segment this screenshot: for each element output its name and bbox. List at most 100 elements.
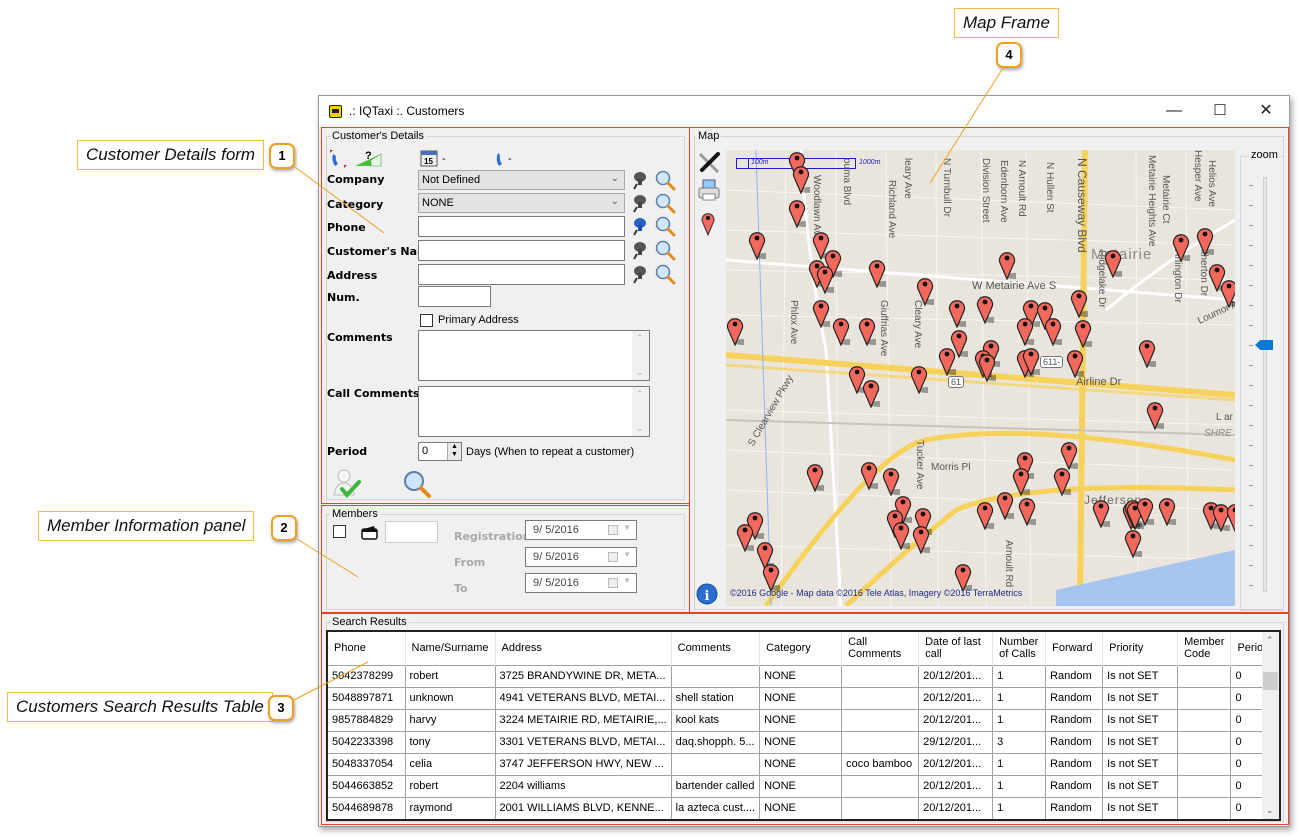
table-cell[interactable]: Is not SET [1102, 664, 1179, 688]
address-input[interactable] [418, 264, 625, 285]
table-cell[interactable]: 1 [992, 796, 1047, 819]
minimize-button[interactable]: — [1151, 96, 1197, 126]
table-cell[interactable] [1177, 774, 1232, 798]
map-marker-pin[interactable] [788, 198, 806, 228]
table-cell[interactable]: 5042378299 [328, 664, 406, 688]
column-header[interactable]: Name/Surname [405, 632, 496, 665]
column-header[interactable]: Date of last call [918, 632, 994, 665]
table-cell[interactable]: robert [404, 774, 496, 798]
map-marker-pin[interactable] [1158, 496, 1176, 526]
call-comments-textarea[interactable]: ⌃ ⌄ [418, 386, 650, 437]
member-checkbox[interactable] [333, 525, 346, 538]
table-cell[interactable]: kool kats [670, 708, 761, 732]
table-cell[interactable]: Is not SET [1102, 752, 1179, 776]
column-header[interactable]: Member Code [1177, 632, 1232, 665]
table-cell[interactable]: 3725 BRANDYWINE DR, META... [494, 664, 672, 688]
map-marker-pin[interactable] [832, 316, 850, 346]
pin-name-icon[interactable] [628, 239, 650, 261]
table-cell[interactable]: NONE [759, 730, 843, 754]
comments-textarea[interactable]: ⌃ ⌄ [418, 330, 650, 381]
column-header[interactable]: Call Comments [841, 632, 920, 665]
map-info-icon[interactable]: i [696, 583, 718, 605]
table-cell[interactable]: Random [1045, 730, 1104, 754]
scroll-down-icon[interactable]: ⌄ [1266, 805, 1274, 816]
call-comments-scrollbar[interactable]: ⌃ ⌄ [632, 387, 649, 436]
table-cell[interactable]: 5042233398 [328, 730, 406, 754]
column-header[interactable]: Number of Calls [992, 632, 1047, 665]
map-marker-pin[interactable] [862, 378, 880, 408]
map-marker-pin[interactable] [1146, 400, 1164, 430]
table-cell[interactable] [670, 664, 761, 688]
search-address-icon[interactable] [654, 263, 676, 285]
table-row[interactable]: 5048337054 celia 3747 JEFFERSON HWY, NEW .… [328, 752, 1277, 776]
table-cell[interactable]: 1 [992, 774, 1047, 798]
table-cell[interactable]: robert [404, 664, 496, 688]
table-cell[interactable]: Random [1045, 752, 1104, 776]
map-marker-pin[interactable] [726, 316, 744, 346]
table-cell[interactable]: la azteca cust.... [670, 796, 761, 819]
table-cell[interactable] [841, 708, 920, 732]
table-cell[interactable]: 20/12/201... [918, 774, 994, 798]
table-cell[interactable]: Is not SET [1102, 730, 1179, 754]
table-cell[interactable]: Is not SET [1102, 796, 1179, 819]
map-marker-pin[interactable] [806, 462, 824, 492]
pin-company-icon[interactable] [628, 169, 650, 191]
table-cell[interactable] [1177, 796, 1232, 819]
table-cell[interactable]: 20/12/201... [918, 686, 994, 710]
map-marker-pin[interactable] [1074, 318, 1092, 348]
map-marker-pin[interactable] [1226, 502, 1235, 532]
save-customer-button[interactable] [330, 467, 362, 499]
search-company-icon[interactable] [654, 169, 676, 191]
table-cell[interactable] [1177, 686, 1232, 710]
table-cell[interactable] [1177, 664, 1232, 688]
from-date-picker[interactable]: 9/ 5/2016 ▼ [525, 547, 637, 567]
map-settings-tools-icon[interactable] [696, 150, 722, 176]
map-marker-pin[interactable] [1136, 496, 1154, 526]
map-marker-pin[interactable] [1070, 288, 1088, 318]
table-row[interactable]: 5042233398 tony 3301 VETERANS BLVD, METAI.… [328, 730, 1277, 754]
search-customer-button[interactable] [402, 469, 432, 499]
map-marker-pin[interactable] [1138, 338, 1156, 368]
map-marker-pin[interactable] [868, 258, 886, 288]
table-cell[interactable]: 1 [992, 686, 1047, 710]
map-marker-pin[interactable] [858, 316, 876, 346]
map-marker-pin[interactable] [1044, 316, 1062, 346]
table-cell[interactable] [1177, 730, 1232, 754]
map-marker-pin[interactable] [860, 460, 878, 490]
table-cell[interactable]: 5044689878 [328, 796, 406, 819]
map-marker-pin[interactable] [998, 250, 1016, 280]
table-cell[interactable]: harvy [404, 708, 496, 732]
table-cell[interactable]: 2001 WILLIAMS BLVD, KENNE... [494, 796, 672, 819]
comments-scrollbar[interactable]: ⌃ ⌄ [632, 331, 649, 380]
map-marker-pin[interactable] [1220, 278, 1235, 308]
pin-phone-icon[interactable] [628, 215, 650, 237]
table-cell[interactable]: bartender called [670, 774, 761, 798]
table-cell[interactable]: Random [1045, 686, 1104, 710]
table-cell[interactable]: 5044663852 [328, 774, 406, 798]
map-marker-pin[interactable] [882, 466, 900, 496]
table-cell[interactable]: 3301 VETERANS BLVD, METAI... [494, 730, 672, 754]
table-cell[interactable]: shell station [670, 686, 761, 710]
table-cell[interactable]: unknown [404, 686, 496, 710]
map-marker-pin[interactable] [916, 276, 934, 306]
num-input[interactable] [418, 286, 491, 307]
table-cell[interactable]: 1 [992, 708, 1047, 732]
map-marker-pin[interactable] [976, 294, 994, 324]
table-cell[interactable]: 20/12/201... [918, 664, 994, 688]
table-cell[interactable]: NONE [759, 686, 843, 710]
map-marker-pin[interactable] [1092, 498, 1110, 528]
map-marker-pin[interactable] [976, 500, 994, 530]
table-cell[interactable]: 1 [992, 664, 1047, 688]
zoom-slider-track[interactable] [1263, 177, 1267, 592]
table-row[interactable]: 9857884829 harvy 3224 METAIRIE RD, METAIRI… [328, 708, 1277, 732]
map-canvas[interactable]: 100m 1000m Woodlawn Ave ouma Blvd Richla… [726, 150, 1235, 606]
map-marker-pin[interactable] [1060, 440, 1078, 470]
map-marker-pin[interactable] [1196, 226, 1214, 256]
category-select[interactable]: NONE ⌄ [418, 193, 625, 213]
table-cell[interactable] [1177, 708, 1232, 732]
table-cell[interactable]: 4941 VETERANS BLVD, METAI... [494, 686, 672, 710]
map-marker-pin[interactable] [912, 524, 930, 554]
table-cell[interactable]: 5048337054 [328, 752, 406, 776]
results-vertical-scrollbar[interactable]: ⌃ ⌄ [1262, 632, 1279, 819]
table-cell[interactable] [841, 686, 920, 710]
